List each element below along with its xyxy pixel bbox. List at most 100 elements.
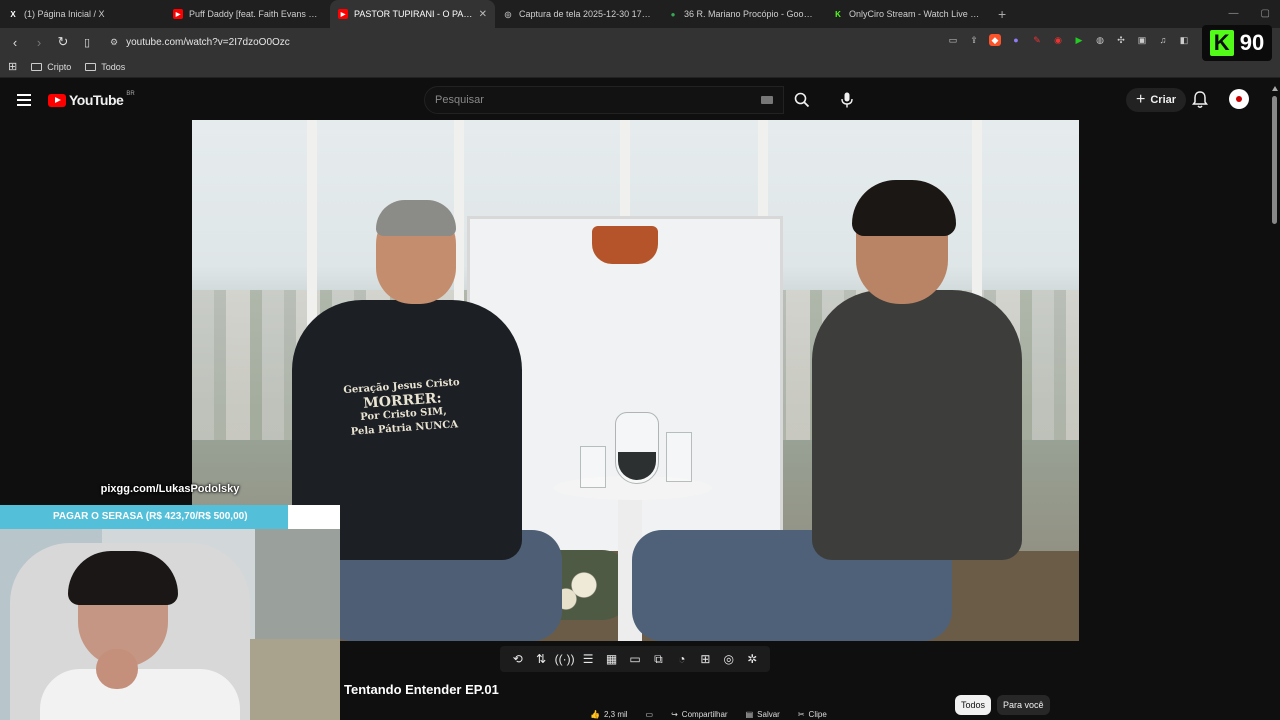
tab-title: 36 R. Mariano Procópio - Google Ma (684, 9, 817, 19)
browser-tab[interactable]: X (1) Página Inicial / X (0, 0, 165, 28)
share-icon[interactable]: ⇪ (968, 34, 980, 46)
sort-icon[interactable]: ⇅ (533, 651, 549, 667)
browser-tab[interactable]: ● 36 R. Mariano Procópio - Google Ma (660, 0, 825, 28)
cast-icon[interactable]: ▭ (947, 34, 959, 46)
tab-title: PASTOR TUPIRANI - O PASTOR (354, 9, 473, 19)
search-box (424, 86, 784, 114)
bookmark-folder-cripto[interactable]: Cripto (31, 62, 71, 72)
playlist-icon[interactable]: ☰ (580, 651, 596, 667)
kick-badge-number: 90 (1239, 30, 1265, 55)
notifications-bell-icon[interactable] (1192, 91, 1208, 109)
clip-button[interactable]: ✂ Clipe (798, 710, 827, 719)
microphone-icon (841, 92, 853, 108)
youtube-icon: ▶ (338, 9, 348, 19)
region-code: BR (126, 91, 135, 97)
create-button[interactable]: + Criar (1126, 88, 1187, 112)
chip-para-voce[interactable]: Para você (997, 695, 1050, 715)
kick-icon: K (835, 9, 841, 19)
maps-pin-icon: ● (670, 9, 676, 19)
close-tab-icon[interactable]: ✕ (479, 9, 487, 20)
save-label: Salvar (757, 710, 780, 719)
search-button[interactable] (786, 86, 818, 114)
browser-tab-active[interactable]: ▶ PASTOR TUPIRANI - O PASTOR ✕ (330, 0, 495, 28)
save-icon: ▤ (745, 710, 754, 719)
streamer-webcam (0, 529, 340, 720)
extension-icon[interactable]: ▶ (1073, 34, 1085, 46)
browser-tab-strip: X (1) Página Inicial / X ▶ Puff Daddy [f… (0, 0, 1280, 28)
forward-icon[interactable]: › (32, 35, 46, 50)
share-button[interactable]: ↪ Compartilhar (671, 710, 728, 719)
browser-tab[interactable]: ▶ Puff Daddy [feat. Faith Evans & 112] (165, 0, 330, 28)
screenshot-icon[interactable]: ▣ (1136, 34, 1148, 46)
extension-icon[interactable]: ◍ (1094, 34, 1106, 46)
person-right (632, 180, 1072, 641)
voice-search-button[interactable] (836, 89, 858, 111)
x-logo-icon: X (10, 9, 16, 19)
kick-logo-icon: K (1209, 30, 1234, 56)
page-scrollbar[interactable] (1270, 84, 1280, 720)
chip-todos[interactable]: Todos (955, 695, 992, 715)
shirt-print: Geração Jesus Cristo MORRER: Por Cristo … (336, 376, 470, 441)
share-label: Compartilhar (681, 710, 728, 719)
brave-shield-icon[interactable]: ◆ (989, 34, 1001, 46)
bookmark-folder-todos[interactable]: Todos (85, 62, 125, 72)
donation-goal-text: PAGAR O SERASA (R$ 423,70/R$ 500,00) (53, 511, 248, 522)
browser-toolbar: ‹ › ↻ ▯ ⚙ youtube.com/watch?v=2I7dzoO0Oz… (0, 28, 1280, 56)
minimize-icon[interactable]: — (1229, 8, 1239, 19)
new-tab-button[interactable]: + (990, 6, 1014, 22)
loop-icon[interactable]: ⟲ (510, 651, 526, 667)
mini-player-icon[interactable]: ⧉ (650, 651, 666, 667)
maximize-icon[interactable]: ▢ (1261, 8, 1270, 19)
like-button[interactable]: 👍 2,3 mil (590, 710, 628, 719)
folder-icon (85, 62, 97, 71)
avatar[interactable] (1229, 89, 1249, 109)
globe-icon: ◎ (504, 9, 512, 19)
recommendation-chips: Todos Para você (955, 695, 1050, 715)
donation-link: pixgg.com/LukasPodolsky (100, 483, 240, 495)
menu-icon[interactable] (17, 94, 31, 109)
search-input[interactable] (435, 94, 761, 106)
tab-title: (1) Página Inicial / X (24, 9, 105, 19)
scrollbar-thumb[interactable] (1272, 96, 1277, 224)
decorative-basket (592, 226, 658, 264)
youtube-logo[interactable]: YouTube BR (48, 91, 135, 108)
media-icon[interactable]: ♫ (1157, 34, 1169, 46)
add-box-icon[interactable]: ⊞ (697, 651, 713, 667)
browser-tab[interactable]: K OnlyCiro Stream - Watch Live on Kick (825, 0, 990, 28)
extension-icon[interactable]: ◉ (1052, 34, 1064, 46)
save-button[interactable]: ▤ Salvar (746, 710, 780, 719)
address-bar[interactable]: ⚙ youtube.com/watch?v=2I7dzoO0Ozc (110, 37, 290, 48)
water-glass (580, 446, 606, 488)
bookmark-label: Cripto (47, 61, 72, 72)
water-glass (666, 432, 692, 482)
tab-title: Puff Daddy [feat. Faith Evans & 112] (189, 9, 322, 19)
thumbs-down-icon: ▭ (645, 710, 654, 719)
speed-icon[interactable]: ◔ (674, 651, 690, 667)
scroll-up-icon[interactable] (1272, 86, 1278, 91)
thumbs-up-icon: 👍 (590, 710, 600, 719)
like-count: 2,3 mil (603, 710, 628, 719)
film-icon[interactable]: ▦ (604, 651, 620, 667)
apps-grid-icon[interactable]: ⊞ (8, 60, 17, 73)
bookmarks-bar: ⊞ Cripto Todos (0, 56, 1280, 78)
plus-icon: + (1136, 91, 1146, 108)
gear-icon[interactable]: ✲ (744, 651, 760, 667)
donation-goal-bar: PAGAR O SERASA (R$ 423,70/R$ 500,00) (0, 505, 340, 529)
extension-icon[interactable]: ✎ (1031, 34, 1043, 46)
audio-wave-icon[interactable]: ((·)) (555, 651, 575, 667)
clip-label: Clipe (808, 710, 827, 719)
back-icon[interactable]: ‹ (8, 35, 22, 50)
browser-tab[interactable]: ◎ Captura de tela 2025-12-30 172756 (495, 0, 660, 28)
window-controls: — ▢ (1229, 8, 1270, 19)
puzzle-icon[interactable]: ✣ (1115, 34, 1127, 46)
keyboard-icon[interactable] (761, 96, 773, 104)
camera-icon[interactable]: ◎ (721, 651, 737, 667)
bookmark-icon[interactable]: ▯ (80, 36, 94, 49)
reload-icon[interactable]: ↻ (56, 34, 70, 50)
extension-icon[interactable]: ● (1010, 34, 1022, 46)
dislike-button[interactable]: ▭ (646, 710, 654, 719)
sidebar-icon[interactable]: ◧ (1178, 34, 1190, 46)
theater-mode-icon[interactable]: ▭ (627, 651, 643, 667)
tab-title: OnlyCiro Stream - Watch Live on Kick (849, 9, 982, 19)
site-settings-icon[interactable]: ⚙ (110, 37, 118, 48)
